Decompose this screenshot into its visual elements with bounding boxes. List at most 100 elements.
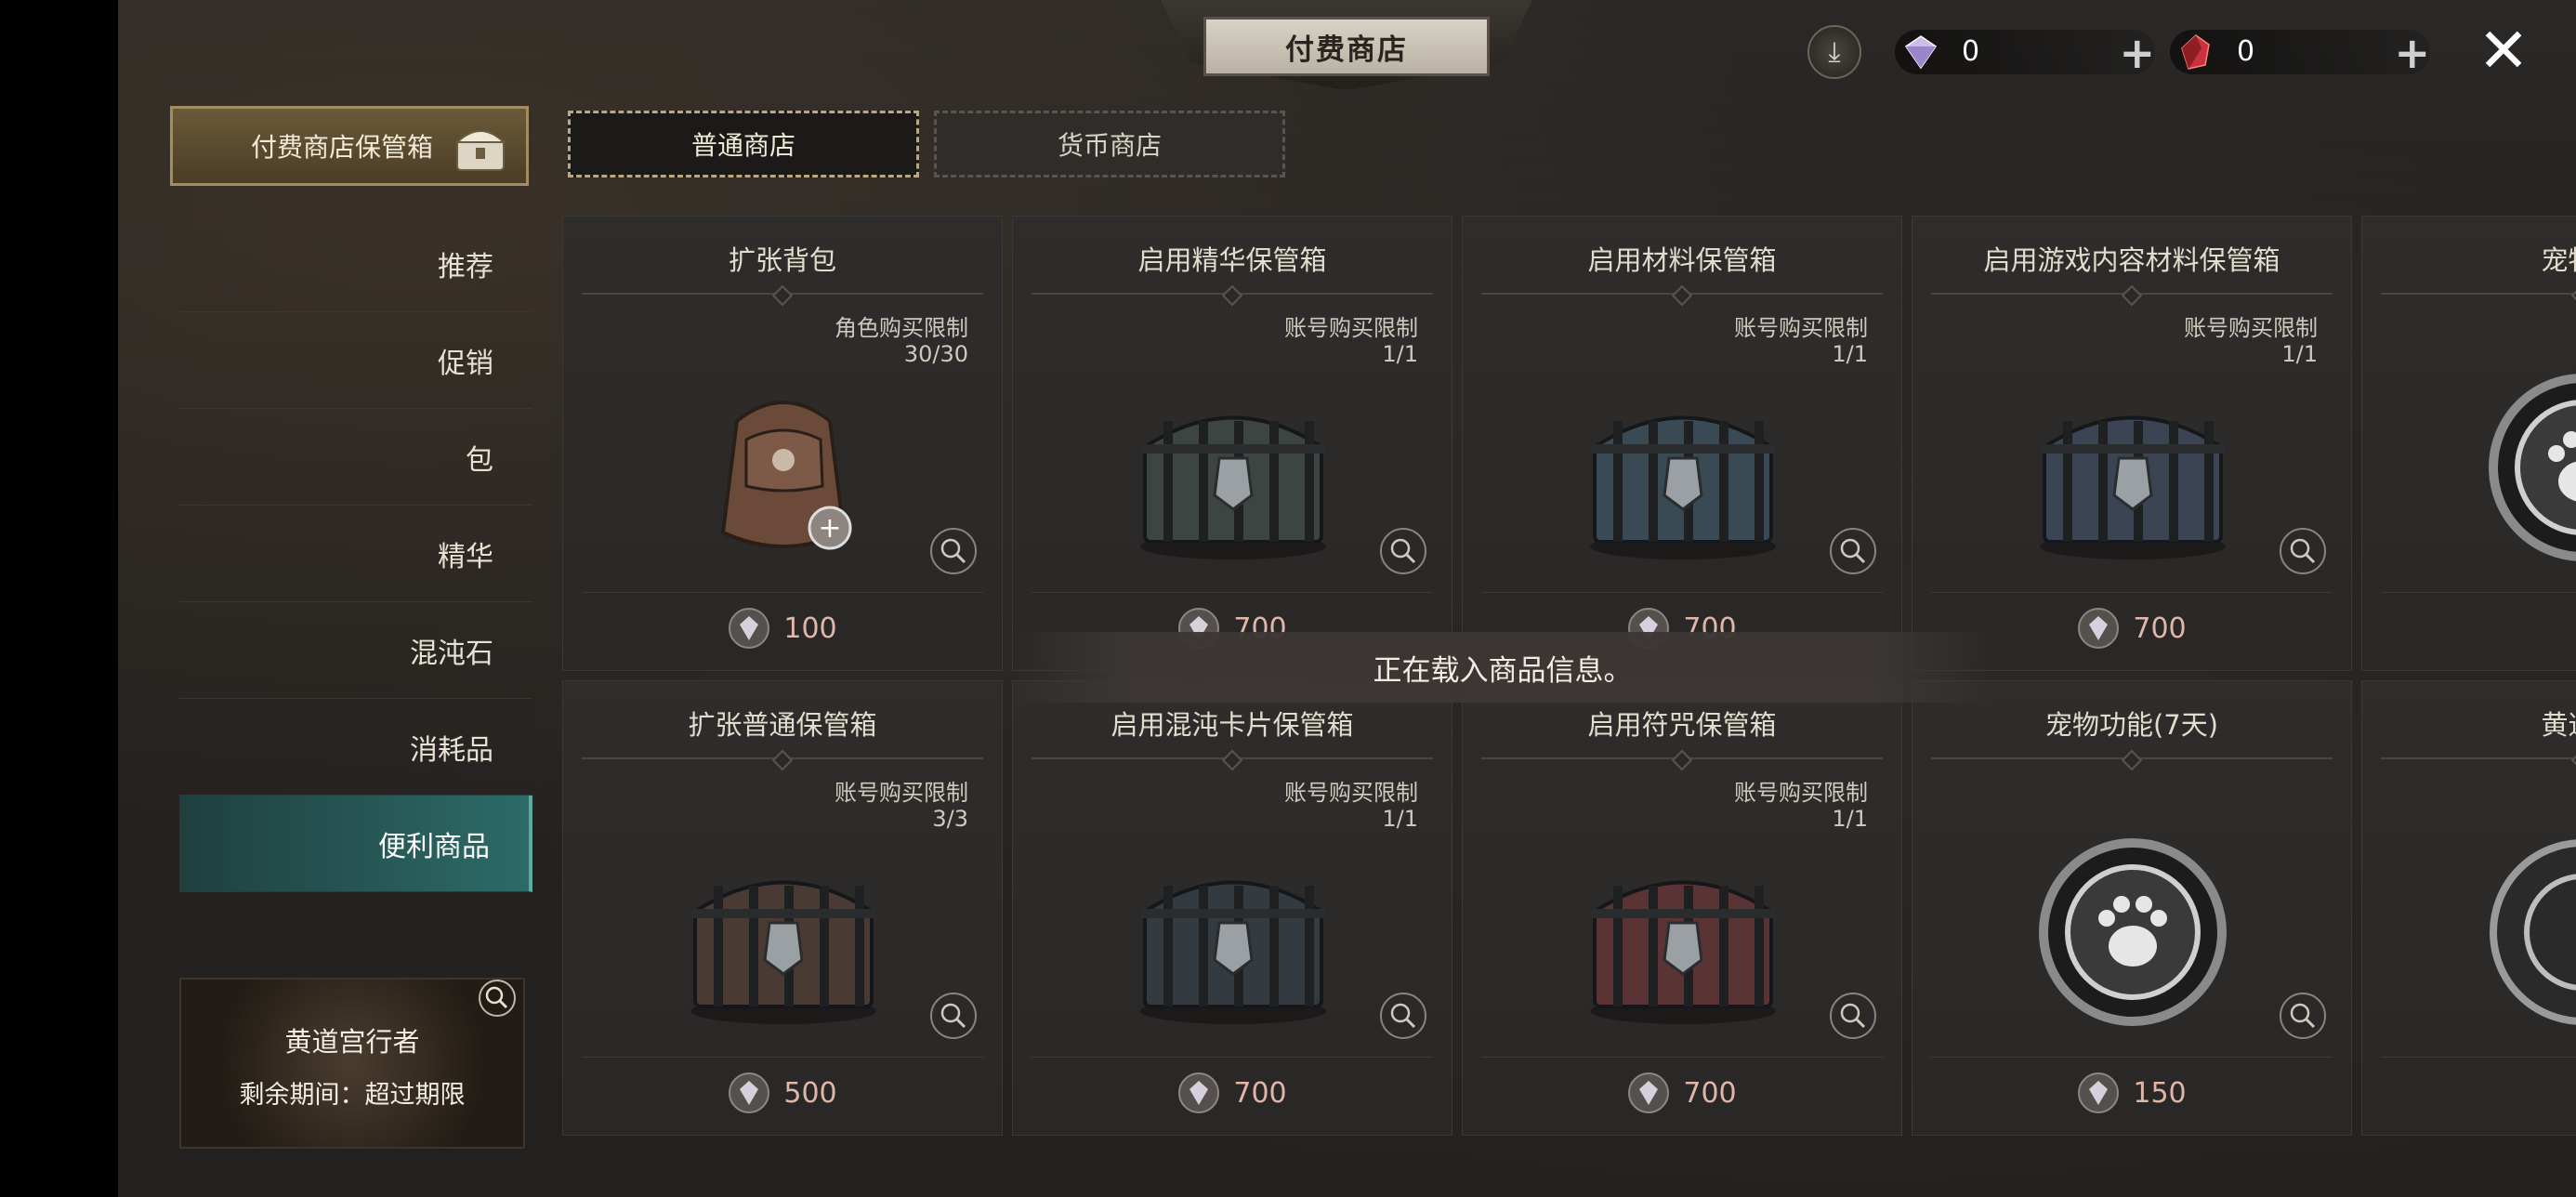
close-button[interactable]: ✕ [2475, 20, 2532, 82]
add-ruby-button[interactable]: + [2394, 28, 2430, 78]
price-value: 150 [2133, 1076, 2187, 1110]
purchase-limit-type: 账号购买限制 [1284, 780, 1418, 806]
tab-currency-shop[interactable]: 货币商店 [934, 111, 1285, 178]
product-card[interactable]: 启用材料保管箱 账号购买限制 1/1 700 [1462, 216, 1902, 671]
download-icon[interactable]: ⤓ [1807, 25, 1861, 79]
card-separator [1931, 1057, 2333, 1058]
card-divider [2381, 757, 2576, 759]
product-card[interactable]: 黄道宫 [2361, 680, 2576, 1136]
sidebar-item-sale[interactable]: 促销 [179, 312, 532, 409]
product-price: 700 [1463, 1072, 1901, 1114]
sidebar-item-recommended[interactable]: 推荐 [179, 216, 532, 312]
card-separator [2381, 592, 2576, 593]
sidebar-item-packages[interactable]: 包 [179, 409, 532, 506]
card-separator [582, 592, 983, 593]
chest-icon [2038, 415, 2228, 559]
magnifier-icon[interactable] [1827, 525, 1879, 577]
shop-storage-label: 付费商店保管箱 [251, 132, 434, 163]
sidebar-item-chaos-stone[interactable]: 混沌石 [179, 602, 532, 699]
card-separator [2381, 1057, 2576, 1058]
diamond-icon [1904, 35, 1938, 70]
card-divider [1931, 293, 2333, 295]
diamond-icon [729, 608, 770, 649]
chest-icon [689, 880, 878, 1024]
card-divider [1032, 293, 1433, 295]
magnifier-icon[interactable] [927, 990, 979, 1042]
page-title: 付费商店 [1203, 17, 1490, 76]
product-card[interactable]: 扩张背包 角色购买限制 30/30 +100 [562, 216, 1003, 671]
product-price: 500 [563, 1072, 1002, 1114]
backpack-icon: + [720, 401, 852, 550]
diamond-icon [729, 1072, 770, 1113]
product-name: 宠物功能(7天) [2044, 709, 2219, 741]
purchase-limit-type: 账号购买限制 [1734, 780, 1868, 806]
chest-icon [1138, 415, 1328, 559]
magnifier-icon[interactable] [2277, 990, 2329, 1042]
pet-medallion-icon [2039, 838, 2227, 1026]
purchase-limit-type: 角色购买限制 [835, 315, 968, 341]
zodiac-walker-card[interactable]: 黄道宫行者 剩余期间：超过期限 [179, 978, 525, 1149]
card-divider [1032, 757, 1433, 759]
product-card[interactable]: 启用游戏内容材料保管箱 账号购买限制 1/1 700 [1912, 216, 2352, 671]
purchase-limit-type: 账号购买限制 [2184, 315, 2318, 341]
product-card[interactable]: 启用精华保管箱 账号购买限制 1/1 700 [1012, 216, 1452, 671]
pet-medallion-icon [2489, 374, 2576, 561]
diamond-icon [1628, 1072, 1670, 1113]
diamond-icon [2078, 608, 2120, 649]
product-name: 启用符咒保管箱 [1587, 709, 1777, 741]
purchase-limit-type: 账号购买限制 [1284, 315, 1418, 341]
magnifier-icon[interactable] [1827, 990, 1879, 1042]
card-divider [2381, 293, 2576, 295]
category-sidebar: 推荐 促销 包 精华 混沌石 消耗品 便利商品 [179, 216, 532, 892]
magnifier-icon[interactable] [927, 525, 979, 577]
card-separator [582, 1057, 983, 1058]
sidebar-item-convenience[interactable]: 便利商品 [179, 796, 532, 892]
sidebar-item-consumables[interactable]: 消耗品 [179, 699, 532, 796]
magnifier-icon[interactable] [2277, 525, 2329, 577]
card-divider [582, 293, 983, 295]
product-name: 黄道宫 [2541, 709, 2576, 741]
price-value: 700 [1233, 1076, 1287, 1110]
card-divider [1481, 293, 1883, 295]
loading-banner: 正在载入商品信息。 [1010, 632, 1995, 703]
product-card[interactable]: 扩张普通保管箱 账号购买限制 3/3 500 [562, 680, 1003, 1136]
product-card[interactable]: 宠物功 [2361, 216, 2576, 671]
sidebar-item-essence[interactable]: 精华 [179, 506, 532, 602]
zodiac-card-title: 黄道宫行者 [284, 1026, 420, 1058]
price-value: 500 [783, 1076, 837, 1110]
chest-icon [1588, 880, 1778, 1024]
card-separator [1481, 1057, 1883, 1058]
card-divider [1481, 757, 1883, 759]
product-price: 700 [1013, 1072, 1452, 1114]
product-name: 扩张普通保管箱 [688, 709, 877, 741]
card-separator [1032, 592, 1433, 593]
product-name: 启用精华保管箱 [1137, 244, 1327, 276]
shop-screen: 付费商店 ⤓ 0 + 0 + ✕ 付费商店保管箱 普通商店 货币商店 推荐 促销… [118, 0, 2576, 1197]
diamond-icon [2078, 1072, 2120, 1113]
chest-icon [454, 130, 506, 171]
svg-text:+: + [818, 512, 841, 545]
add-diamond-button[interactable]: + [2119, 28, 2155, 78]
product-name: 宠物功 [2541, 244, 2576, 276]
shop-storage-button[interactable]: 付费商店保管箱 [170, 106, 529, 186]
product-card[interactable]: 宠物功能(7天) 150 [1912, 680, 2352, 1136]
card-divider [1931, 757, 2333, 759]
product-card[interactable]: 启用符咒保管箱 账号购买限制 1/1 700 [1462, 680, 1902, 1136]
magnifier-icon[interactable] [1377, 525, 1429, 577]
product-name: 启用游戏内容材料保管箱 [1983, 244, 2280, 276]
chest-icon [1588, 415, 1778, 559]
diamond-amount: 0 [1962, 35, 1980, 68]
product-card[interactable]: 启用混沌卡片保管箱 账号购买限制 1/1 700 [1012, 680, 1452, 1136]
card-separator [1931, 592, 2333, 593]
ruby-icon [2181, 34, 2210, 70]
tab-normal-shop[interactable]: 普通商店 [568, 111, 919, 178]
product-price: 150 [1912, 1072, 2351, 1114]
magnifier-icon[interactable] [477, 978, 518, 1019]
magnifier-icon[interactable] [1377, 990, 1429, 1042]
product-name: 扩张背包 [728, 244, 836, 276]
currency-ruby: 0 + [2170, 28, 2430, 78]
card-divider [582, 757, 983, 759]
diamond-icon [1178, 1072, 1220, 1113]
chest-icon [1138, 880, 1328, 1024]
currency-diamond: 0 + [1895, 28, 2155, 78]
